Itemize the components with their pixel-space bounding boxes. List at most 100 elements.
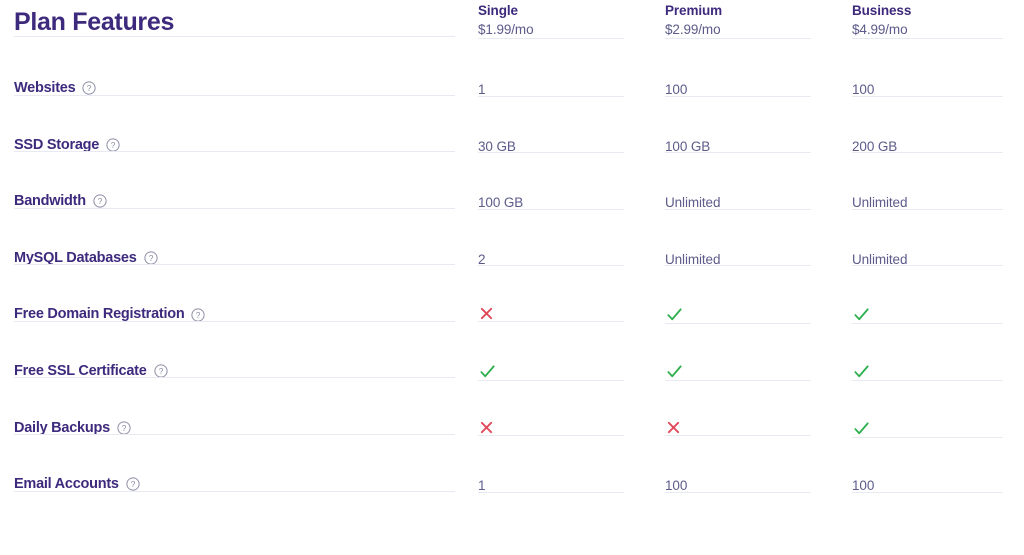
help-circle-icon[interactable]: ? <box>143 251 158 265</box>
plan-price-business: $4.99/mo <box>852 21 908 37</box>
page-title: Plan Features <box>14 8 175 36</box>
feature-value-cell-single <box>464 349 651 381</box>
feature-value-text: 100 <box>852 82 875 97</box>
row-divider-premium <box>665 491 811 493</box>
check-icon <box>665 292 838 324</box>
row-divider-single <box>478 265 624 267</box>
row-divider-business <box>852 95 1003 97</box>
feature-value-cell-business: 100 <box>838 66 1011 97</box>
help-circle-icon[interactable]: ? <box>126 477 140 492</box>
help-circle-icon[interactable]: ? <box>106 138 120 152</box>
table-row: Websites? 1 100 100 <box>0 66 1024 123</box>
plan-name-business: Business <box>852 3 912 18</box>
plan-name-premium: Premium <box>665 3 723 18</box>
cross-icon <box>478 292 651 322</box>
plan-name-single: Single <box>478 3 518 18</box>
row-divider-name <box>14 94 455 96</box>
feature-label-group: Websites? <box>14 66 464 96</box>
plan-header-premium: Premium $2.99/mo <box>651 0 838 39</box>
row-divider-premium <box>665 379 811 381</box>
feature-value-text: Unlimited <box>852 251 908 267</box>
feature-label-group: Free SSL Certificate? <box>14 349 464 379</box>
row-divider-premium <box>665 152 811 154</box>
feature-label: Free SSL Certificate <box>14 362 147 379</box>
plan-comparison-table: Plan Features Single $1.99/mo Premium $2… <box>0 0 1024 519</box>
feature-value-cell-business: Unlimited <box>838 236 1011 267</box>
row-divider-name <box>14 377 455 379</box>
svg-text:?: ? <box>87 83 92 93</box>
svg-text:?: ? <box>158 366 163 376</box>
feature-value-cell-premium: Unlimited <box>651 236 838 267</box>
svg-text:?: ? <box>130 480 135 490</box>
row-divider-single <box>478 152 624 154</box>
help-circle-icon[interactable]: ? <box>93 194 107 209</box>
check-icon <box>852 292 1011 324</box>
feature-name-cell: Websites? <box>0 66 464 96</box>
feature-value-cell-business <box>838 406 1011 438</box>
row-divider-single <box>478 208 624 210</box>
row-divider-premium <box>665 434 811 436</box>
feature-label: Free Domain Registration <box>14 306 185 323</box>
table-row: MySQL Databases? 2 Unlimited Unlimited <box>0 236 1024 293</box>
feature-value-text: Unlimited <box>852 195 908 211</box>
feature-value-text: 2 <box>478 251 486 267</box>
check-icon <box>665 349 838 381</box>
table-row: Email Accounts? 1 100 100 <box>0 462 1024 519</box>
row-divider-business <box>852 208 1003 210</box>
header-divider-premium <box>665 37 811 39</box>
row-divider-premium <box>665 323 811 325</box>
help-circle-icon[interactable]: ? <box>117 421 131 435</box>
feature-name-cell: Free Domain Registration? <box>0 292 464 322</box>
feature-value-cell-premium: 100 <box>651 462 838 493</box>
row-divider-name <box>14 434 455 436</box>
row-divider-name <box>14 490 455 492</box>
feature-value-cell-premium <box>651 406 838 436</box>
row-divider-name <box>14 320 455 322</box>
row-divider-business <box>852 152 1003 154</box>
row-divider-single <box>478 434 624 436</box>
row-divider-name <box>14 151 455 153</box>
svg-text:?: ? <box>111 140 116 150</box>
header-divider-name <box>14 35 455 37</box>
feature-value-text: 100 GB <box>478 195 524 211</box>
feature-value-text: 1 <box>478 478 486 494</box>
feature-label: Websites <box>14 80 76 96</box>
help-circle-icon[interactable]: ? <box>153 364 168 378</box>
plan-header-content-single: Single $1.99/mo <box>478 0 651 39</box>
feature-value-text: 100 <box>852 478 875 494</box>
feature-value-cell-single: 2 <box>464 236 651 267</box>
feature-label-group: SSD Storage? <box>14 123 464 153</box>
feature-value-cell-single <box>464 406 651 436</box>
row-divider-premium <box>665 95 811 97</box>
feature-label-group: MySQL Databases? <box>14 236 464 266</box>
feature-label: Bandwidth <box>14 193 86 210</box>
row-divider-premium <box>665 265 811 267</box>
feature-value-text: 200 GB <box>852 138 898 154</box>
row-divider-premium <box>665 208 811 210</box>
feature-value-cell-premium: 100 <box>651 66 838 97</box>
row-divider-single <box>478 321 624 323</box>
cross-icon <box>478 406 651 436</box>
plan-header-content-business: Business $4.99/mo <box>852 0 1011 39</box>
table-row: SSD Storage? 30 GB 100 GB 200 GB <box>0 123 1024 180</box>
check-icon <box>852 349 1011 381</box>
feature-value-cell-premium <box>651 292 838 325</box>
feature-value-cell-premium <box>651 349 838 381</box>
plan-header-content-premium: Premium $2.99/mo <box>665 0 838 39</box>
svg-text:?: ? <box>148 253 153 263</box>
title-cell: Plan Features <box>0 0 464 37</box>
table-row: Daily Backups? <box>0 406 1024 463</box>
row-divider-name <box>14 207 455 209</box>
cross-icon <box>665 406 838 436</box>
feature-value-text: 100 <box>665 478 688 494</box>
feature-value-text: Unlimited <box>665 251 721 267</box>
feature-name-cell: Daily Backups? <box>0 406 464 436</box>
help-circle-icon[interactable]: ? <box>82 81 97 95</box>
feature-name-cell: Bandwidth? <box>0 179 464 209</box>
feature-value-cell-business <box>838 349 1011 381</box>
help-circle-icon[interactable]: ? <box>191 308 206 322</box>
row-divider-business <box>852 265 1003 267</box>
svg-text:?: ? <box>196 310 201 320</box>
table-row: Bandwidth? 100 GB Unlimited Unlimited <box>0 179 1024 236</box>
feature-value-cell-business <box>838 292 1011 325</box>
